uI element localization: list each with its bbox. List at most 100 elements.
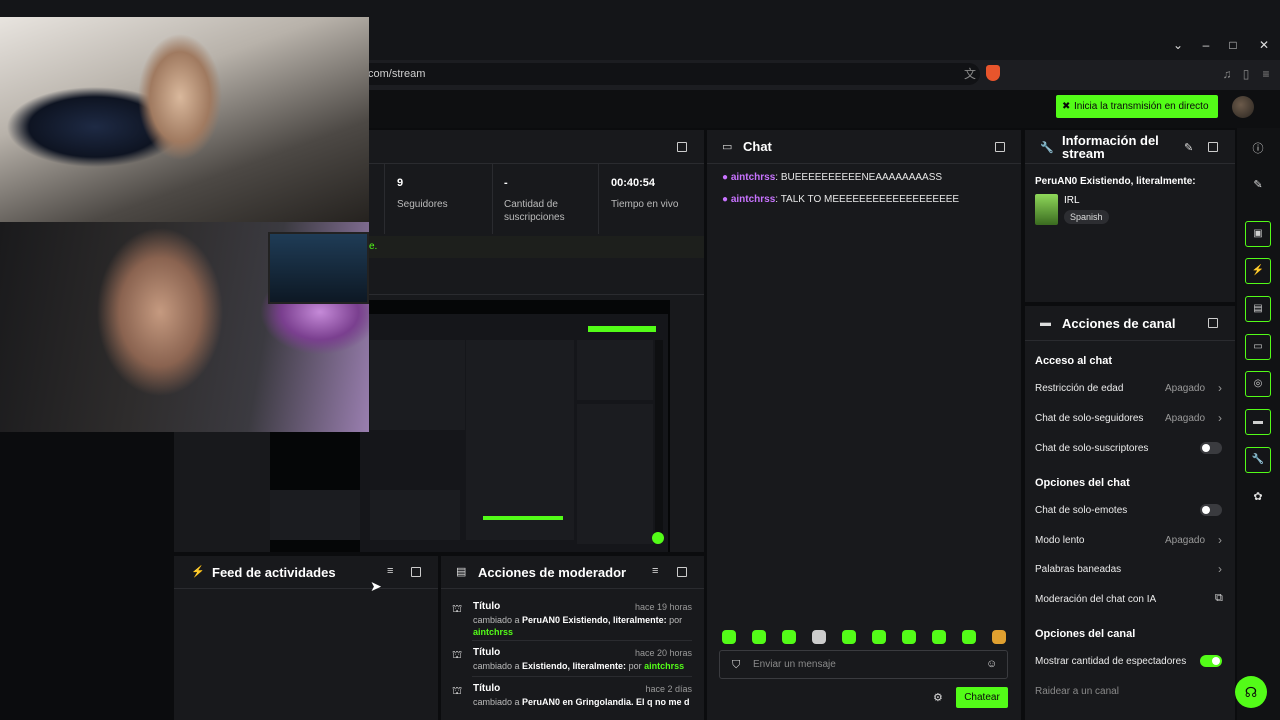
chevron-right-icon: › [1218,562,1222,576]
raid-row[interactable]: Raidear a un canal [1035,683,1225,701]
chevron-right-icon: › [1218,381,1222,395]
shapes-icon[interactable]: ✿ [1245,490,1271,510]
show-viewers-toggle[interactable] [1200,655,1222,667]
chat-input[interactable]: ⛉ Enviar un mensaje ☺ [719,650,1008,679]
activity-feed-title: Feed de actividades [212,565,336,580]
maximize-icon[interactable]: □ [1223,38,1243,52]
edit-pencil-icon[interactable]: ✎ [1184,141,1193,154]
section-channel-options: Opciones del canal [1035,628,1136,640]
subscriptions-label: Cantidad de suscripciones [504,199,565,223]
mic-badge-icon: ● [722,194,729,205]
chevron-right-icon: › [1218,411,1222,425]
send-chat-button[interactable]: Chatear [956,687,1008,708]
gift-icon: ⛫ [452,649,463,661]
gift-icon: ⛫ [452,603,463,615]
settings-gear-icon[interactable]: ⚙ [933,691,943,704]
webcam-top-view [0,17,369,222]
chat-bubble-icon: ▭ [722,141,733,153]
expand-chat-icon[interactable] [995,142,1005,152]
gift-icon: ⛫ [452,685,463,697]
activity-feed-panel [174,556,438,720]
stream-title: PeruAN0 Existiendo, literalmente: [1035,176,1196,187]
ai-moderation-row[interactable]: Moderación del chat con IA ⧉ [1035,591,1225,609]
emote-icon[interactable] [962,630,976,644]
subscribers-only-row: Chat de solo-suscriptores [1035,440,1225,458]
panel-toggle-chat-icon[interactable]: ▭ [1245,334,1271,360]
status-text: e. [369,241,378,252]
menu-icon[interactable]: ≡ [1258,66,1274,82]
support-headset-icon[interactable]: ☊ [1235,676,1267,708]
emote-icon[interactable] [842,630,856,644]
filter-icon[interactable]: ≡ [652,565,658,577]
mic-badge-icon: ● [722,172,729,183]
section-chat-access: Acceso al chat [1035,355,1113,367]
kick-logo-icon: ✖ [1062,101,1071,112]
channel-actions-title: Acciones de canal [1062,316,1176,331]
emotes-only-toggle[interactable] [1200,504,1222,516]
translate-icon[interactable]: ⽂ [962,66,978,82]
tabs-dropdown-icon[interactable]: ⌄ [1168,38,1188,52]
info-icon[interactable]: ⓘ [1245,140,1271,160]
panel-toggle-moderator-icon[interactable]: ▤ [1245,296,1271,322]
emote-icon[interactable] [752,630,766,644]
brave-shield-icon[interactable] [986,65,1000,81]
shield-icon: ⛉ [732,659,741,671]
chat-message: ● aintchrss: BUEEEEEEEEEENEAAAAAAAASS [722,172,943,183]
category-name[interactable]: IRL [1064,195,1080,206]
panel-toggle-target-icon[interactable]: ◎ [1245,371,1271,397]
moderator-action-item: ⛫ Título hace 2 días cambiado a PeruAN0 … [452,683,692,707]
chevron-right-icon: › [1218,533,1222,547]
emoji-icon[interactable]: ☺ [986,658,997,670]
emote-icon[interactable] [992,630,1006,644]
go-live-button[interactable]: ✖ Inicia la transmisión en directo [1056,95,1218,118]
moderator-action-item: ⛫ Título hace 19 horas cambiado a PeruAN… [452,601,692,637]
user-avatar[interactable] [1232,96,1254,118]
emote-icon[interactable] [932,630,946,644]
category-thumbnail[interactable] [1035,194,1058,225]
emote-icon[interactable] [812,630,826,644]
url-field[interactable]: com/stream [360,63,980,85]
minimize-icon[interactable]: – [1196,38,1216,52]
edit-icon[interactable]: ✎ [1245,178,1271,198]
panel-toggle-wrench-icon[interactable]: 🔧 [1245,447,1271,473]
list-icon: ▤ [456,566,467,578]
external-link-icon: ⧉ [1215,592,1223,604]
show-viewers-row: Mostrar cantidad de espectadores [1035,653,1225,671]
moderator-actions-title: Acciones de moderador [478,565,627,580]
emotes-only-row: Chat de solo-emotes [1035,502,1225,520]
background-monitor [268,232,369,304]
wrench-icon: 🔧 [1040,142,1054,154]
section-chat-options: Opciones del chat [1035,477,1130,489]
emote-icon[interactable] [902,630,916,644]
mouse-cursor: ➤ [370,578,382,594]
panel-toggle-stream-icon[interactable]: ▣ [1245,221,1271,247]
expand-moderator-icon[interactable] [677,567,687,577]
filter-icon[interactable]: ≡ [387,565,393,577]
close-window-icon[interactable]: ✕ [1254,38,1274,52]
language-badge: Spanish [1064,210,1109,224]
age-restriction-row[interactable]: Restricción de edad Apagado › [1035,380,1225,398]
followers-only-row[interactable]: Chat de solo-seguidores Apagado › [1035,410,1225,428]
subscriptions-count: - [504,177,508,189]
media-icon[interactable]: ♫ [1219,66,1235,82]
chat-message: ● aintchrss: TALK TO MEEEEEEEEEEEEEEEEEE… [722,194,960,205]
slow-mode-row[interactable]: Modo lento Apagado › [1035,532,1225,550]
followers-count: 9 [397,177,404,189]
emote-icon[interactable] [782,630,796,644]
expand-info-icon[interactable] [1208,142,1218,152]
live-time-value: 00:40:54 [611,177,656,189]
chat-title: Chat [743,139,772,154]
expand-activity-icon[interactable] [411,567,421,577]
panel-toggle-channel-icon[interactable]: ▬ [1245,409,1271,435]
emote-icon[interactable] [722,630,736,644]
stream-info-title: Información del stream [1062,133,1159,161]
sidebar-toggle-icon[interactable]: ▯ [1238,66,1254,82]
emote-icon[interactable] [872,630,886,644]
followers-label: Seguidores [397,199,448,210]
subscribers-only-toggle[interactable] [1200,442,1222,454]
live-time-label: Tiempo en vivo [611,199,679,210]
banned-words-row[interactable]: Palabras baneadas › [1035,561,1225,579]
expand-stats-icon[interactable] [677,142,687,152]
panel-toggle-activity-icon[interactable]: ⚡ [1245,258,1271,284]
expand-channel-actions-icon[interactable] [1208,318,1218,328]
